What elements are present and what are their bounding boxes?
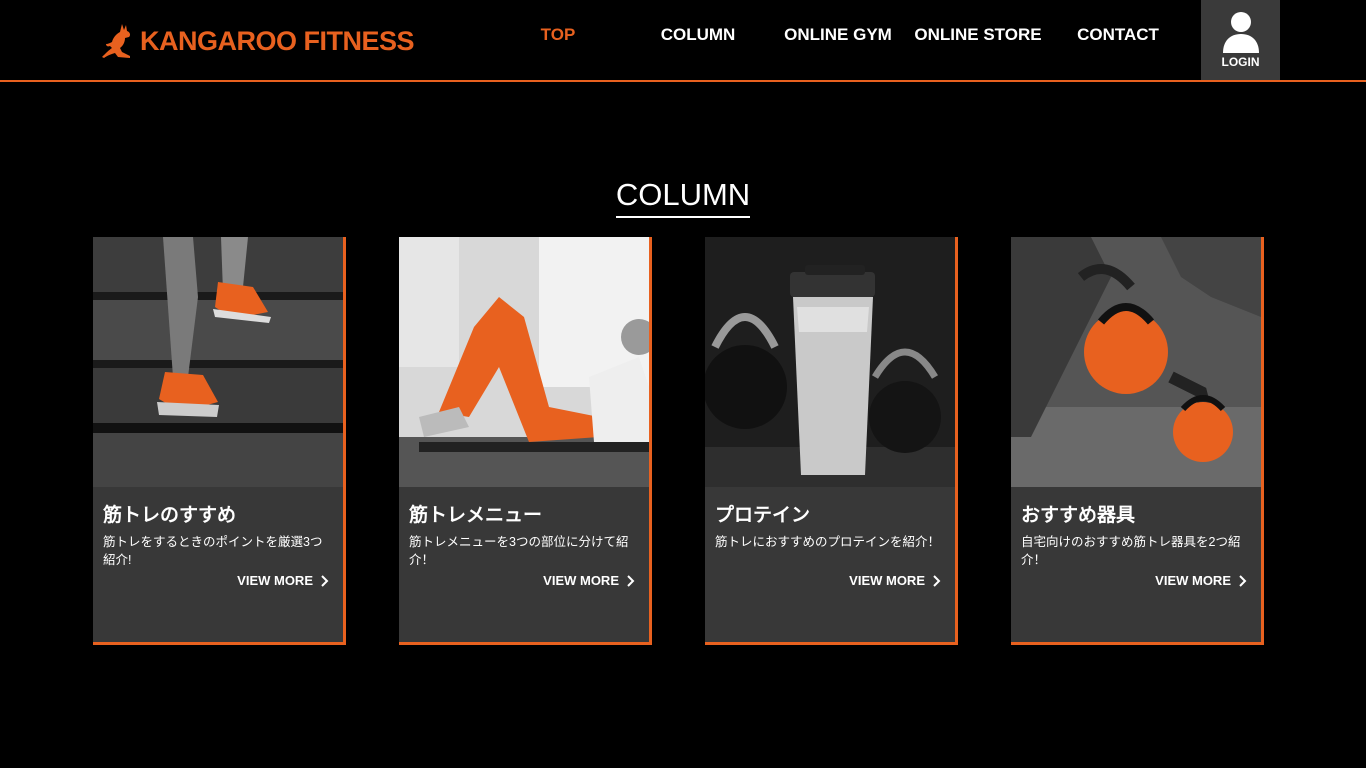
chevron-right-icon xyxy=(627,574,635,587)
protein-shaker-image xyxy=(705,237,955,487)
card-title: おすすめ器具 xyxy=(1021,505,1136,526)
view-more-link[interactable]: VIEW MORE xyxy=(1155,573,1247,588)
nav-item-top[interactable]: TOP xyxy=(488,0,628,80)
card-title: 筋トレメニュー xyxy=(409,505,543,526)
view-more-label: VIEW MORE xyxy=(849,573,925,588)
stairs-shoes-image xyxy=(93,237,343,487)
column-card[interactable]: 筋トレメニュー 筋トレメニューを3つの部位に分けて紹介！ VIEW MORE xyxy=(399,237,652,645)
nav-item-contact[interactable]: CONTACT xyxy=(1048,0,1188,80)
view-more-label: VIEW MORE xyxy=(1155,573,1231,588)
brand-name: KANGAROO FITNESS xyxy=(140,25,415,56)
chevron-right-icon xyxy=(1239,574,1247,587)
column-card[interactable]: おすすめ器具 自宅向けのおすすめ筋トレ器具を2つ紹介！ VIEW MORE xyxy=(1011,237,1264,645)
user-icon xyxy=(1222,12,1259,53)
card-description: 筋トレメニューを3つの部位に分けて紹介！ xyxy=(409,535,629,567)
card-description: 筋トレにおすすめのプロテインを紹介！ xyxy=(715,535,941,549)
card-description: 自宅向けのおすすめ筋トレ器具を2つ紹介！ xyxy=(1021,535,1241,567)
main-nav: TOP COLUMN ONLINE GYM ONLINE STORE CONTA… xyxy=(488,0,1188,80)
card-title: 筋トレのすすめ xyxy=(103,505,237,526)
view-more-label: VIEW MORE xyxy=(237,573,313,588)
card-title: プロテイン xyxy=(715,505,811,526)
login-button[interactable]: LOGIN xyxy=(1201,0,1280,80)
section-title-text: COLUMN xyxy=(615,176,751,218)
column-card[interactable]: 筋トレのすすめ 筋トレをするときのポイントを厳選3つ紹介! VIEW MORE xyxy=(93,237,346,645)
chevron-right-icon xyxy=(321,574,329,587)
nav-item-online-store[interactable]: ONLINE STORE xyxy=(908,0,1048,80)
kangaroo-icon xyxy=(102,24,131,58)
chevron-right-icon xyxy=(933,574,941,587)
view-more-link[interactable]: VIEW MORE xyxy=(543,573,635,588)
column-card[interactable]: プロテイン 筋トレにおすすめのプロテインを紹介！ VIEW MORE xyxy=(705,237,958,645)
nav-item-column[interactable]: COLUMN xyxy=(628,0,768,80)
brand-logo[interactable]: KANGAROO FITNESS xyxy=(100,22,415,60)
nav-item-online-gym[interactable]: ONLINE GYM xyxy=(768,0,908,80)
view-more-link[interactable]: VIEW MORE xyxy=(849,573,941,588)
card-description: 筋トレをするときのポイントを厳選3つ紹介! xyxy=(103,535,323,567)
login-label: LOGIN xyxy=(1221,55,1260,69)
kettlebells-image xyxy=(1011,237,1261,487)
view-more-link[interactable]: VIEW MORE xyxy=(237,573,329,588)
column-cards: 筋トレのすすめ 筋トレをするときのポイントを厳選3つ紹介! VIEW MORE … xyxy=(93,237,1264,645)
site-header: KANGAROO FITNESS TOP COLUMN ONLINE GYM O… xyxy=(0,0,1366,82)
view-more-label: VIEW MORE xyxy=(543,573,619,588)
section-title: COLUMN xyxy=(0,176,1366,218)
floor-exercise-image xyxy=(399,237,649,487)
